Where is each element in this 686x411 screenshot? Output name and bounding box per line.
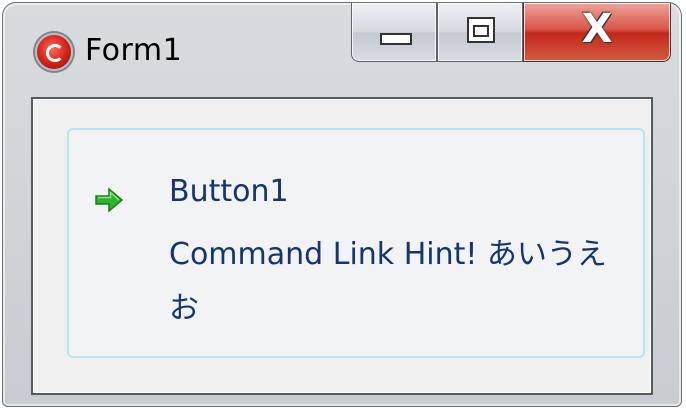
form-client-area: Button1 Command Link Hint! あいうえお (31, 97, 653, 395)
green-arrow-icon (95, 187, 124, 213)
close-button[interactable]: X (523, 3, 671, 62)
command-link-hint: Command Link Hint! あいうえお (169, 237, 607, 326)
maximize-button[interactable] (437, 3, 523, 62)
maximize-icon (467, 17, 495, 43)
minimize-button[interactable] (351, 3, 437, 62)
close-icon: X (581, 6, 613, 52)
command-link-title: Button1 (169, 174, 289, 209)
window-title: Form1 (85, 33, 183, 68)
command-link-button1[interactable]: Button1 Command Link Hint! あいうえお (67, 128, 645, 358)
caption-buttons: X (351, 3, 671, 65)
window-form1: Form1 X Button1 Command Link Hint! あいうえお (2, 2, 682, 407)
minimize-icon (380, 33, 412, 45)
app-icon[interactable] (35, 33, 73, 71)
title-bar[interactable]: Form1 X (3, 3, 681, 91)
